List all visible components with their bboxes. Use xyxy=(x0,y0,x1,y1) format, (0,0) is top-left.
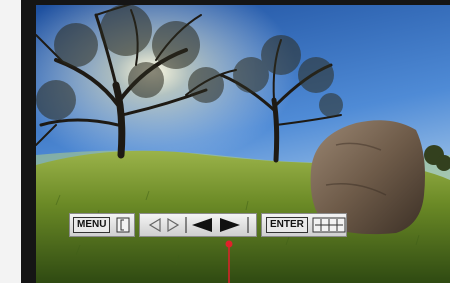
menu-button[interactable]: MENU xyxy=(73,216,111,234)
video-screen xyxy=(21,0,450,283)
next-outline-triangle-icon[interactable] xyxy=(164,216,182,234)
prev-filled-triangle-icon[interactable] xyxy=(182,216,216,234)
enter-button[interactable]: ENTER xyxy=(266,216,308,234)
bracket-icon[interactable] xyxy=(115,216,131,234)
menu-group: MENU xyxy=(69,213,135,237)
menu-label: MENU xyxy=(73,217,111,233)
playback-group xyxy=(139,213,257,237)
landscape-photo xyxy=(36,5,450,283)
enter-label: ENTER xyxy=(266,217,308,233)
prev-outline-triangle-icon[interactable] xyxy=(146,216,164,234)
next-filled-triangle-icon[interactable] xyxy=(216,216,252,234)
position-marker[interactable] xyxy=(225,240,233,283)
grid-icon[interactable] xyxy=(312,216,346,234)
enter-group: ENTER xyxy=(261,213,347,237)
